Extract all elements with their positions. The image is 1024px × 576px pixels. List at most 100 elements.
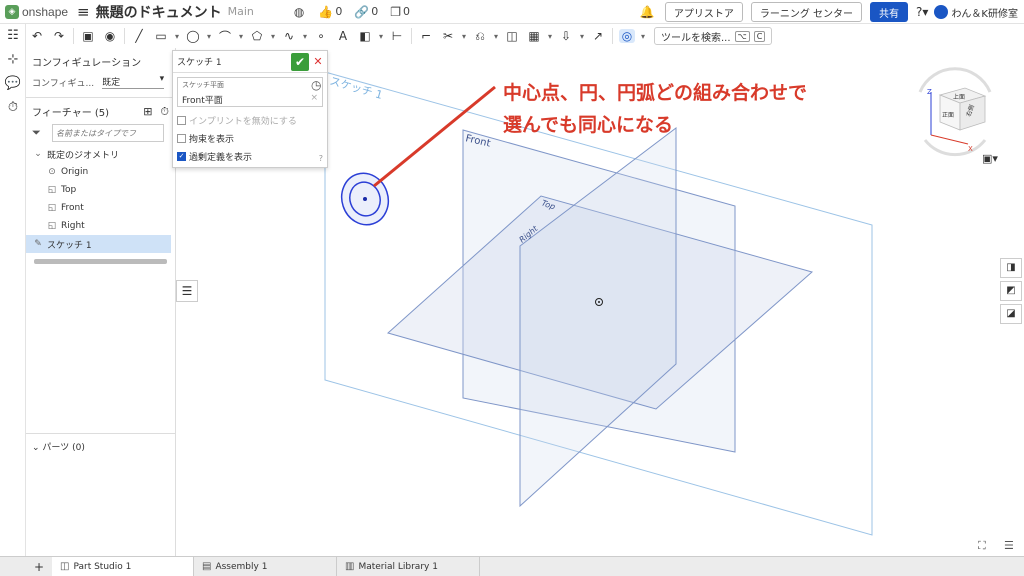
filter-row: ⏷ bbox=[26, 121, 175, 145]
mirror-icon[interactable]: ◫ bbox=[504, 29, 520, 43]
filter-icon[interactable]: ⏷ bbox=[32, 126, 48, 140]
chevron-down-icon[interactable]: ▾ bbox=[460, 32, 468, 41]
chevron-down-icon[interactable]: ▾ bbox=[205, 32, 213, 41]
avatar[interactable] bbox=[934, 5, 949, 19]
chevron-down-icon[interactable]: ▾ bbox=[578, 32, 586, 41]
view-options-icon[interactable]: ☰ bbox=[1004, 539, 1014, 552]
variable-icon[interactable]: ⊹ bbox=[0, 48, 26, 72]
app-store-button[interactable]: アプリストア bbox=[664, 2, 743, 22]
disable-imprint-checkbox[interactable]: インプリントを無効にする bbox=[173, 111, 327, 129]
tool-search-button[interactable]: ツールを検索... ⌥ C bbox=[654, 27, 773, 45]
section-view-icon[interactable]: ◪ bbox=[1000, 304, 1022, 324]
outer-circle bbox=[340, 172, 390, 226]
text-icon[interactable]: A bbox=[335, 29, 351, 43]
show-overdefined-checkbox[interactable]: ✓ 過剰定義を表示 bbox=[173, 147, 327, 165]
onshape-logo[interactable]: ◈ onshape bbox=[5, 4, 68, 19]
trim-icon[interactable]: ✂ bbox=[440, 29, 456, 43]
arc-icon[interactable]: ⌒ bbox=[217, 28, 233, 45]
rectangle-icon[interactable]: ▭ bbox=[153, 29, 169, 43]
add-folder-icon[interactable]: ⊞ bbox=[143, 105, 152, 119]
workspace-name[interactable]: Main bbox=[228, 5, 254, 18]
chevron-down-icon[interactable]: ▾ bbox=[377, 32, 385, 41]
line-icon[interactable]: ╱ bbox=[131, 29, 147, 43]
like-button[interactable]: 👍 0 bbox=[318, 5, 342, 19]
view-cube-right-label: 右側 bbox=[964, 104, 976, 118]
right-label: Right bbox=[518, 224, 541, 245]
fillet-icon[interactable]: ⌐ bbox=[418, 29, 434, 43]
spline-icon[interactable]: ∿ bbox=[281, 29, 297, 43]
circle-icon[interactable]: ◯ bbox=[185, 29, 201, 43]
view-menu-icon[interactable]: ▣▾ bbox=[982, 152, 998, 165]
view-cube[interactable] bbox=[918, 67, 992, 157]
cancel-button[interactable]: ✕ bbox=[309, 55, 327, 68]
user-name[interactable]: わん＆K研修室 bbox=[951, 5, 1018, 20]
import-icon[interactable]: ⇩ bbox=[558, 29, 574, 43]
clear-icon[interactable]: × bbox=[310, 93, 318, 106]
add-tab-icon[interactable]: + bbox=[26, 560, 52, 574]
tab-part-studio[interactable]: ◫ Part Studio 1 bbox=[52, 556, 194, 576]
list-toggle-icon[interactable]: ☰ bbox=[176, 280, 198, 302]
view-cube-front bbox=[939, 94, 961, 131]
parts-list-header[interactable]: ⌄ パーツ (0) bbox=[26, 433, 175, 459]
help-icon[interactable]: ?▾ bbox=[916, 5, 928, 19]
workspace-units-icon[interactable]: ⛶ bbox=[978, 539, 986, 553]
sketch-dialog-title: スケッチ 1 bbox=[177, 58, 222, 68]
sketch-plane-field[interactable]: スケッチ平面 Front平面 × bbox=[177, 77, 323, 107]
menu-icon[interactable]: ≡ bbox=[77, 3, 90, 21]
tree-item-sketch[interactable]: ✎ スケッチ 1 bbox=[26, 235, 171, 253]
copy-count: 0 bbox=[403, 5, 411, 18]
feature-list-icon[interactable]: ☷ bbox=[0, 24, 26, 48]
bell-icon[interactable]: 🔔 bbox=[640, 5, 655, 19]
learning-center-button[interactable]: ラーニング センター bbox=[750, 2, 863, 22]
tab-material-library[interactable]: ▥ Material Library 1 bbox=[337, 556, 480, 576]
appearance-icon[interactable]: ◩ bbox=[1000, 281, 1022, 301]
toolbar-divider bbox=[73, 28, 74, 44]
rollback-bar[interactable] bbox=[34, 259, 167, 264]
undo-icon[interactable]: ↶ bbox=[29, 29, 45, 43]
tree-item-right[interactable]: ◱ Right bbox=[26, 217, 175, 235]
accept-button[interactable]: ✔ bbox=[291, 52, 309, 71]
copy-button[interactable]: ❐ 0 bbox=[390, 5, 410, 19]
globe-icon[interactable]: ◍ bbox=[294, 5, 306, 19]
show-constraints-checkbox[interactable]: 拘束を表示 bbox=[173, 129, 327, 147]
timer-icon[interactable]: ⏱ bbox=[0, 96, 26, 120]
origin-point bbox=[595, 298, 603, 306]
tree-item-label: Front bbox=[61, 203, 84, 213]
polygon-icon[interactable]: ⬠ bbox=[249, 29, 265, 43]
link-count: 0 bbox=[371, 5, 379, 18]
tree-item-front[interactable]: ◱ Front bbox=[26, 199, 175, 217]
default-geometry-group[interactable]: ⌄ 既定のジオメトリ bbox=[26, 145, 175, 163]
render-mode-icon[interactable]: ◨ bbox=[1000, 258, 1022, 278]
feature-filter-input[interactable] bbox=[52, 124, 164, 142]
chevron-down-icon[interactable]: ▾ bbox=[492, 32, 500, 41]
rollback-icon[interactable]: ⏱ bbox=[160, 105, 169, 119]
view-tool-icon[interactable]: ◉ bbox=[102, 29, 118, 43]
tree-item-origin[interactable]: ⊙ Origin bbox=[26, 163, 175, 181]
help-icon[interactable]: ? bbox=[319, 154, 323, 163]
use-icon[interactable]: ↗ bbox=[590, 29, 606, 43]
pattern-icon[interactable]: ▦ bbox=[526, 29, 542, 43]
comment-icon[interactable]: 💬 bbox=[0, 72, 26, 96]
pencil-icon: ✎ bbox=[34, 239, 42, 249]
chevron-down-icon[interactable]: ▾ bbox=[237, 32, 245, 41]
history-icon[interactable]: ◷ bbox=[311, 78, 321, 92]
share-button[interactable]: 共有 bbox=[870, 2, 909, 22]
dimension-icon[interactable]: ⊢ bbox=[389, 29, 405, 43]
chevron-down-icon[interactable]: ▾ bbox=[173, 32, 181, 41]
redo-icon[interactable]: ↷ bbox=[51, 29, 67, 43]
chevron-down-icon[interactable]: ⌄ bbox=[32, 149, 44, 159]
chevron-down-icon[interactable]: ▾ bbox=[301, 32, 309, 41]
link-button[interactable]: 🔗 0 bbox=[354, 5, 378, 19]
chevron-down-icon[interactable]: ▾ bbox=[269, 32, 277, 41]
sketch-tool-icon[interactable]: ▣ bbox=[80, 29, 96, 43]
offset-icon[interactable]: ⎌ bbox=[472, 29, 488, 44]
concentric-icon[interactable]: ◎ bbox=[619, 29, 635, 43]
tab-assembly[interactable]: ▤ Assembly 1 bbox=[194, 556, 337, 576]
chevron-down-icon[interactable]: ▾ bbox=[639, 32, 647, 41]
construction-icon[interactable]: ◧ bbox=[357, 29, 373, 43]
chevron-down-icon[interactable]: ▾ bbox=[546, 32, 554, 41]
configuration-select[interactable]: 既定 bbox=[102, 74, 164, 89]
document-title[interactable]: 無題のドキュメント bbox=[96, 2, 222, 22]
point-icon[interactable]: ∘ bbox=[313, 29, 329, 43]
tree-item-top[interactable]: ◱ Top bbox=[26, 181, 175, 199]
